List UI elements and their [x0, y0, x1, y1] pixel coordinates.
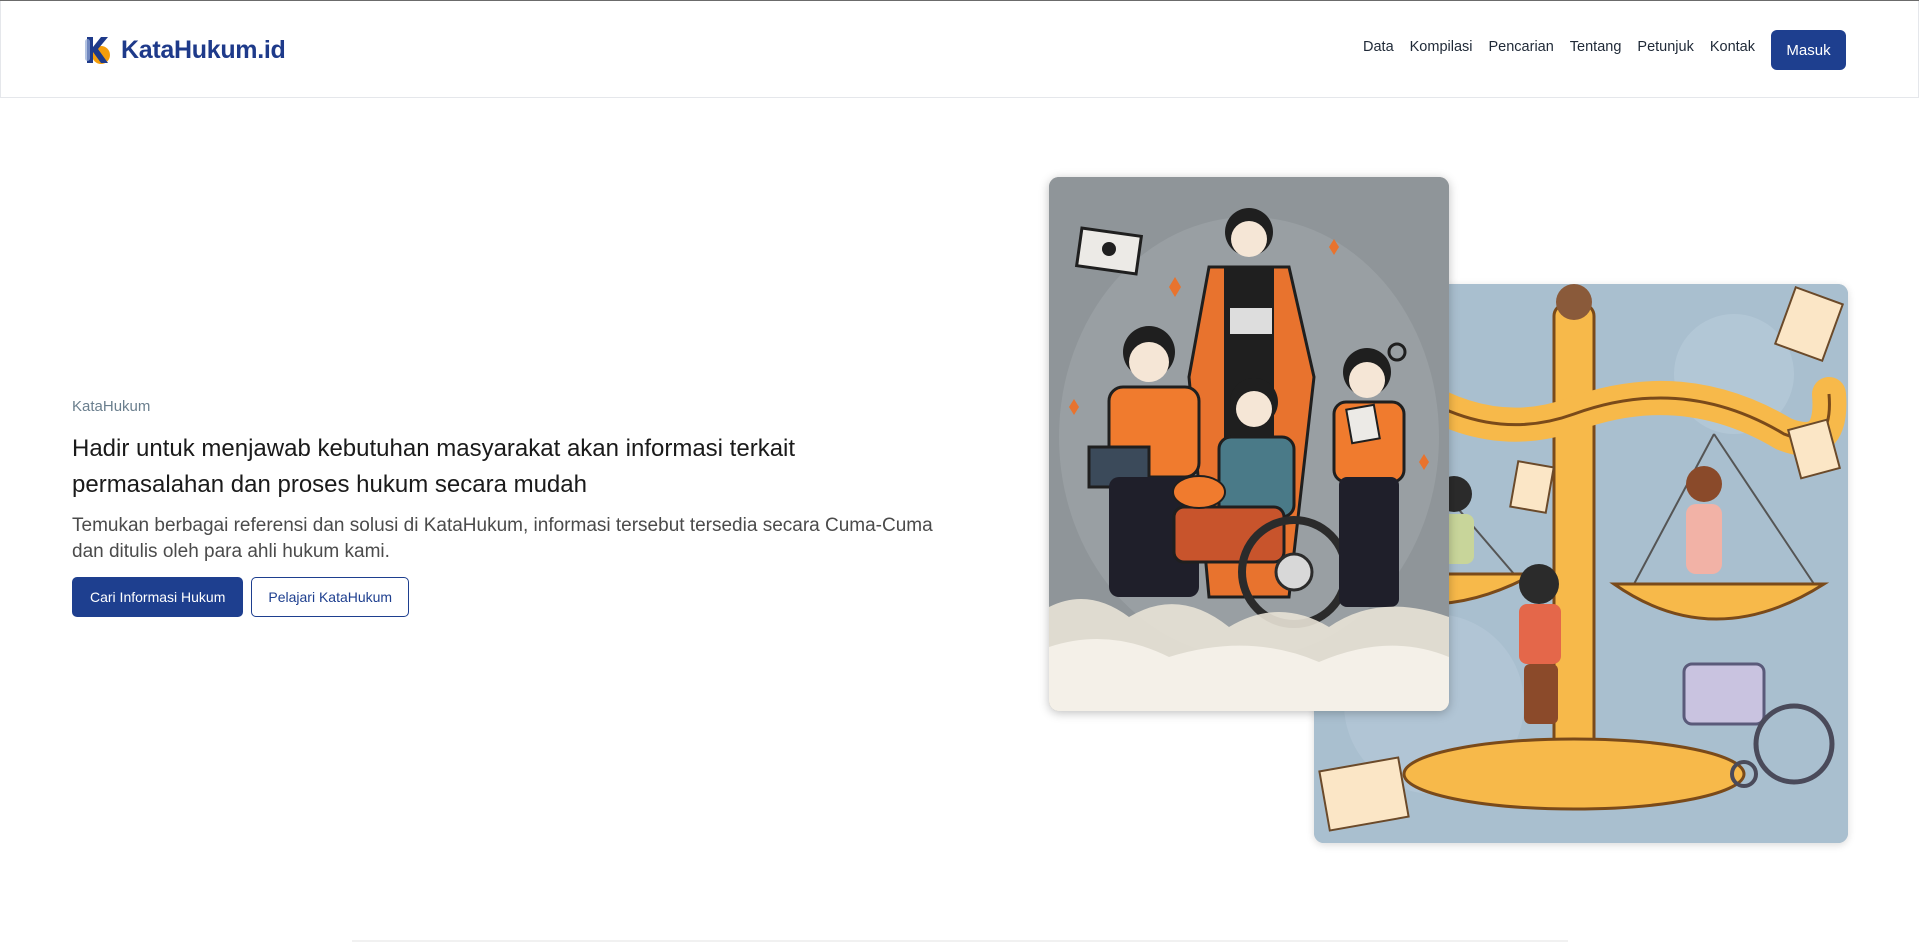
hero-eyebrow: KataHukum [72, 398, 151, 415]
nav-item-tentang[interactable]: Tentang [1570, 39, 1622, 55]
learn-katahukum-button[interactable]: Pelajari KataHukum [251, 577, 410, 617]
nav-item-data[interactable]: Data [1363, 39, 1394, 55]
people-with-judge-illustration [1049, 177, 1449, 711]
hero-buttons: Cari Informasi Hukum Pelajari KataHukum [72, 577, 952, 617]
hero-subtext: Temukan berbagai referensi dan solusi di… [72, 515, 933, 562]
hero-headline: Hadir untuk menjawab kebutuhan masyaraka… [72, 435, 796, 498]
main-nav: Data Kompilasi Pencarian Tentang Petunju… [1363, 39, 1755, 55]
nav-item-petunjuk[interactable]: Petunjuk [1637, 39, 1693, 55]
brand-name: KataHukum.id [121, 35, 286, 64]
site-logo[interactable]: KataHukum.id [81, 33, 286, 67]
nav-item-kontak[interactable]: Kontak [1710, 39, 1755, 55]
search-legal-info-button[interactable]: Cari Informasi Hukum [72, 577, 244, 617]
login-button[interactable]: Masuk [1771, 30, 1846, 70]
hero-section: KataHukum Hadir untuk menjawab kebutuhan… [72, 398, 952, 617]
site-header: KataHukum.id Data Kompilasi Pencarian Te… [0, 1, 1919, 98]
nav-item-pencarian[interactable]: Pencarian [1489, 39, 1554, 55]
katahukum-logo-icon [81, 33, 115, 67]
nav-item-kompilasi[interactable]: Kompilasi [1410, 39, 1473, 55]
